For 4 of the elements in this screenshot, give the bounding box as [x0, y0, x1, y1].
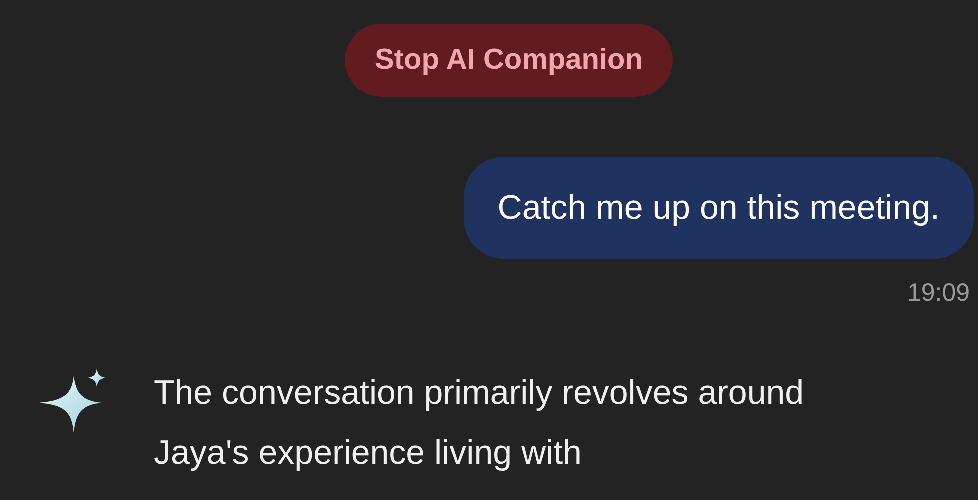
message-time: 19:09 — [907, 278, 971, 309]
stop-ai-companion-button[interactable]: Stop AI Companion — [345, 24, 673, 97]
user-message-bubble: Catch me up on this meeting. — [464, 157, 974, 259]
assistant-message: The conversation primarily revolves around Jaya's experience living with — [154, 372, 806, 474]
